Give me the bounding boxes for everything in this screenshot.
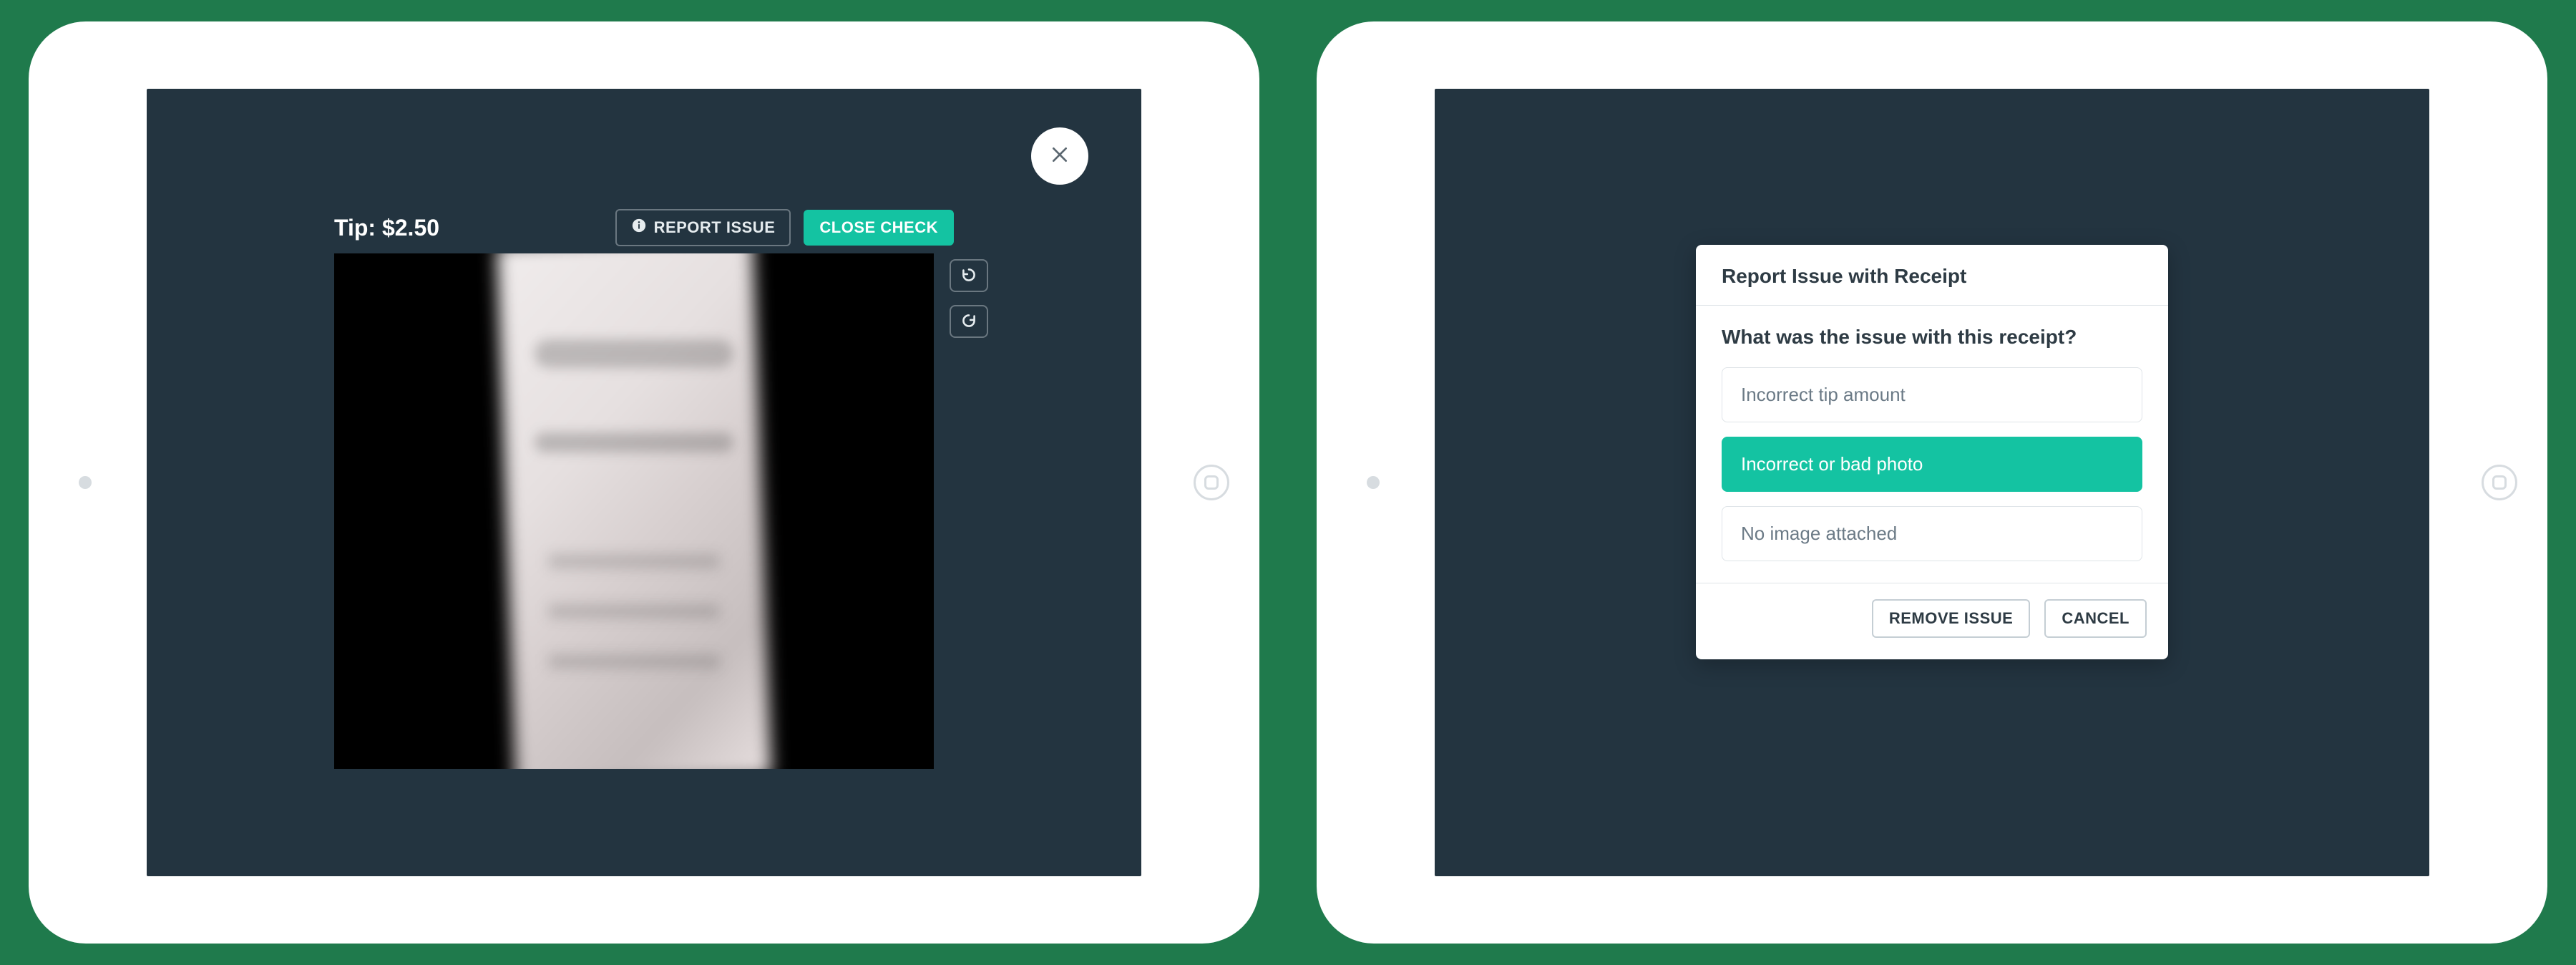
tip-amount: Tip: $2.50 xyxy=(334,215,439,241)
report-issue-button[interactable]: REPORT ISSUE xyxy=(615,209,791,246)
option-incorrect-tip-label: Incorrect tip amount xyxy=(1741,384,1906,405)
report-issue-label: REPORT ISSUE xyxy=(654,218,776,237)
header-row: Tip: $2.50 REPORT ISSUE CLOSE CHECK xyxy=(334,209,954,246)
close-button[interactable] xyxy=(1031,127,1088,185)
home-button[interactable] xyxy=(2482,465,2517,500)
camera-dot-icon xyxy=(79,476,92,489)
camera-dot-icon xyxy=(1367,476,1380,489)
close-check-button[interactable]: CLOSE CHECK xyxy=(804,210,954,246)
option-bad-photo[interactable]: Incorrect or bad photo xyxy=(1722,437,2142,492)
info-icon xyxy=(631,218,647,238)
screen-receipt-viewer: Tip: $2.50 REPORT ISSUE CLOSE CHECK xyxy=(147,89,1141,876)
receipt-image xyxy=(334,253,934,769)
option-no-image[interactable]: No image attached xyxy=(1722,506,2142,561)
option-no-image-label: No image attached xyxy=(1741,523,1897,544)
option-bad-photo-label: Incorrect or bad photo xyxy=(1741,453,1923,475)
home-button[interactable] xyxy=(1194,465,1229,500)
option-incorrect-tip[interactable]: Incorrect tip amount xyxy=(1722,367,2142,422)
remove-issue-label: REMOVE ISSUE xyxy=(1889,609,2013,628)
modal-title: Report Issue with Receipt xyxy=(1696,245,2168,306)
tablet-right: Report Issue with Receipt What was the i… xyxy=(1317,21,2547,944)
cancel-button[interactable]: CANCEL xyxy=(2044,599,2147,638)
close-icon xyxy=(1050,145,1069,168)
screen-report-issue: Report Issue with Receipt What was the i… xyxy=(1435,89,2429,876)
tablet-left: Tip: $2.50 REPORT ISSUE CLOSE CHECK xyxy=(29,21,1259,944)
close-check-label: CLOSE CHECK xyxy=(819,218,938,237)
rotate-ccw-icon xyxy=(960,266,978,286)
cancel-label: CANCEL xyxy=(2062,609,2129,628)
rotate-cw-icon xyxy=(960,311,978,332)
rotate-ccw-button[interactable] xyxy=(950,259,988,292)
remove-issue-button[interactable]: REMOVE ISSUE xyxy=(1872,599,2030,638)
modal-question: What was the issue with this receipt? xyxy=(1722,326,2142,349)
report-issue-modal: Report Issue with Receipt What was the i… xyxy=(1696,245,2168,659)
rotate-cw-button[interactable] xyxy=(950,305,988,338)
